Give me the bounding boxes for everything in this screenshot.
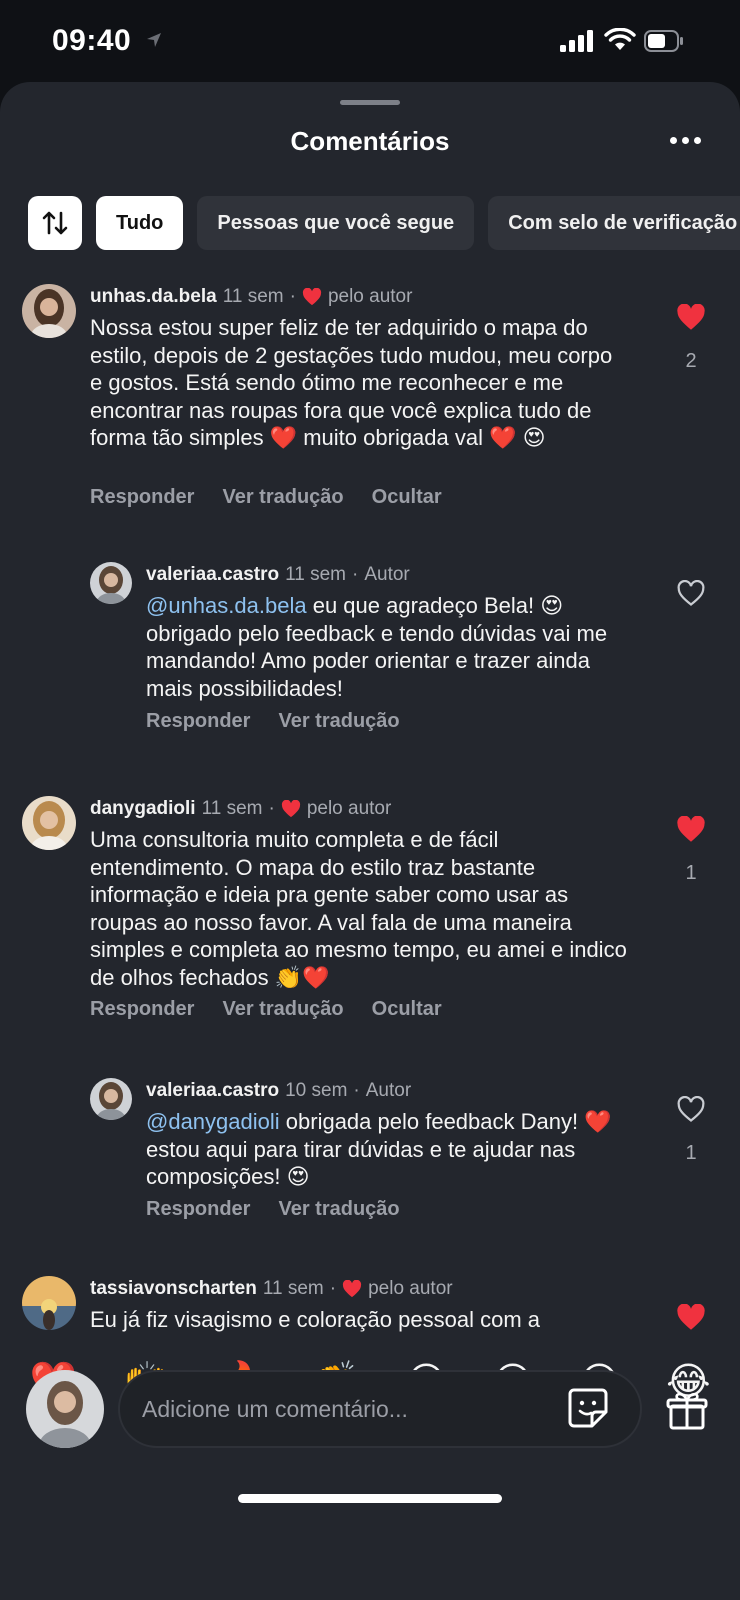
heart-outline-icon[interactable] (676, 579, 706, 607)
heart-filled-icon[interactable] (676, 303, 706, 331)
comment-time: 11 sem (201, 798, 263, 819)
filter-chip-verified[interactable]: Com selo de verificação (488, 196, 740, 250)
reply-button[interactable]: Responder (90, 486, 194, 509)
filter-chips: Tudo Pessoas que você segue Com selo de … (28, 196, 740, 252)
avatar[interactable] (22, 796, 76, 850)
sheet-title: Comentários (290, 126, 450, 156)
comment-username[interactable]: danygadioli (90, 798, 196, 820)
sheet-grabber[interactable] (340, 100, 400, 105)
like-count: 2 (685, 350, 697, 372)
avatar[interactable] (22, 1276, 76, 1330)
current-user-avatar (26, 1370, 104, 1448)
sort-icon (42, 211, 68, 235)
see-translation-button[interactable]: Ver tradução (278, 710, 399, 733)
author-badge: Autor (364, 564, 410, 585)
heart-filled-icon[interactable] (676, 815, 706, 843)
heart-filled-icon[interactable] (676, 1303, 706, 1331)
hide-button[interactable]: Ocultar (372, 998, 442, 1021)
avatar[interactable] (22, 284, 76, 338)
filter-chip-all[interactable]: Tudo (96, 196, 184, 250)
avatar[interactable] (90, 1078, 132, 1120)
reply-button[interactable]: Responder (146, 710, 250, 733)
comment-input[interactable] (142, 1372, 542, 1446)
wifi-icon (604, 28, 636, 50)
liked-by-author-label: pelo autor (306, 798, 392, 819)
like-count: 1 (685, 1142, 697, 1164)
comment-time: 11 sem (262, 1278, 324, 1299)
filter-chip-following[interactable]: Pessoas que você segue (197, 196, 475, 250)
author-badge: Autor (365, 1080, 412, 1101)
comment-username[interactable]: unhas.da.bela (90, 286, 217, 308)
see-translation-button[interactable]: Ver tradução (278, 1198, 399, 1221)
location-arrow-icon (147, 33, 161, 47)
comment-time: 11 sem (222, 286, 284, 307)
comment-time: 11 sem (285, 564, 346, 585)
avatar[interactable] (90, 562, 132, 604)
comment-text: Eu já fiz visagismo e coloração pessoal … (90, 1307, 540, 1332)
comment-composer (118, 1370, 642, 1448)
author-heart-icon (302, 288, 322, 306)
comment-username[interactable]: tassiavonscharten (90, 1278, 257, 1300)
more-icon[interactable] (666, 134, 706, 148)
comment-username[interactable]: valeriaa.castro (146, 1080, 279, 1102)
like-count: 1 (685, 862, 697, 884)
mention-link[interactable]: @unhas.da.bela (146, 593, 307, 618)
see-translation-button[interactable]: Ver tradução (222, 486, 343, 509)
reply-button[interactable]: Responder (146, 1198, 250, 1221)
battery-icon (644, 30, 683, 52)
sticker-icon[interactable] (566, 1386, 610, 1430)
status-bar: 09:40 (0, 0, 740, 82)
comment-text: Uma consultoria muito completa e de fáci… (90, 827, 627, 990)
author-heart-icon (343, 1280, 362, 1298)
reply-button[interactable]: Responder (90, 998, 194, 1021)
author-heart-icon (281, 800, 300, 818)
hide-button[interactable]: Ocultar (372, 486, 442, 509)
comment-time: 10 sem (285, 1080, 348, 1101)
signal-icon (560, 30, 593, 52)
see-translation-button[interactable]: Ver tradução (222, 998, 343, 1021)
gift-icon[interactable] (666, 1390, 708, 1430)
status-time: 09:40 (52, 24, 132, 57)
mention-link[interactable]: @danygadioli (146, 1109, 280, 1134)
home-indicator (238, 1494, 502, 1503)
heart-outline-icon[interactable] (676, 1095, 706, 1123)
comments-list: unhas.da.bela 11 sem · pelo autor Nossa … (0, 276, 740, 1426)
comment-username[interactable]: valeriaa.castro (146, 564, 279, 586)
liked-by-author-label: pelo autor (327, 286, 413, 307)
liked-by-author-label: pelo autor (368, 1278, 453, 1299)
comment-text: Nossa estou super feliz de ter adquirido… (90, 315, 613, 450)
sort-button[interactable] (28, 196, 82, 250)
